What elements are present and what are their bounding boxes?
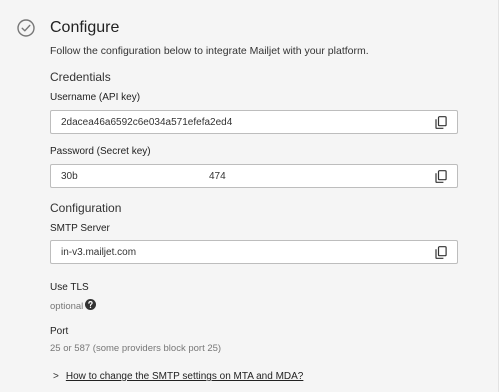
smtp-server-value: in-v3.mailjet.com [61,247,137,258]
password-value-end: 474 [209,171,226,182]
password-value-start: 30b [61,171,78,182]
configure-panel: Configure Follow the configuration below… [0,0,499,392]
username-value: 2dacea46a6592c6e034a571efefa2ed4 [61,117,233,128]
check-circle-icon [17,19,35,37]
smtp-server-field[interactable]: in-v3.mailjet.com [50,240,458,264]
port-label: Port [50,326,69,337]
use-tls-label: Use TLS [50,282,89,293]
password-field[interactable]: 30b 474 [50,164,458,188]
smtp-help-link[interactable]: How to change the SMTP settings on MTA a… [66,371,304,382]
copy-icon[interactable] [435,246,447,259]
username-label: Username (API key) [50,92,141,103]
copy-icon[interactable] [435,116,447,129]
page-title: Configure [50,19,120,36]
tls-optional-text: optional [50,301,84,312]
password-label: Password (Secret key) [50,146,151,157]
smtp-server-label: SMTP Server [50,223,110,234]
question-circle-icon[interactable] [85,299,96,310]
copy-icon[interactable] [435,170,447,183]
username-field[interactable]: 2dacea46a6592c6e034a571efefa2ed4 [50,110,458,134]
intro-text: Follow the configuration below to integr… [50,45,369,57]
configuration-heading: Configuration [50,201,122,215]
smtp-help-link-row[interactable]: > How to change the SMTP settings on MTA … [53,371,303,382]
credentials-heading: Credentials [50,70,111,84]
port-help-text: 25 or 587 (some providers block port 25) [50,343,222,354]
chevron-right-icon: > [53,371,59,382]
